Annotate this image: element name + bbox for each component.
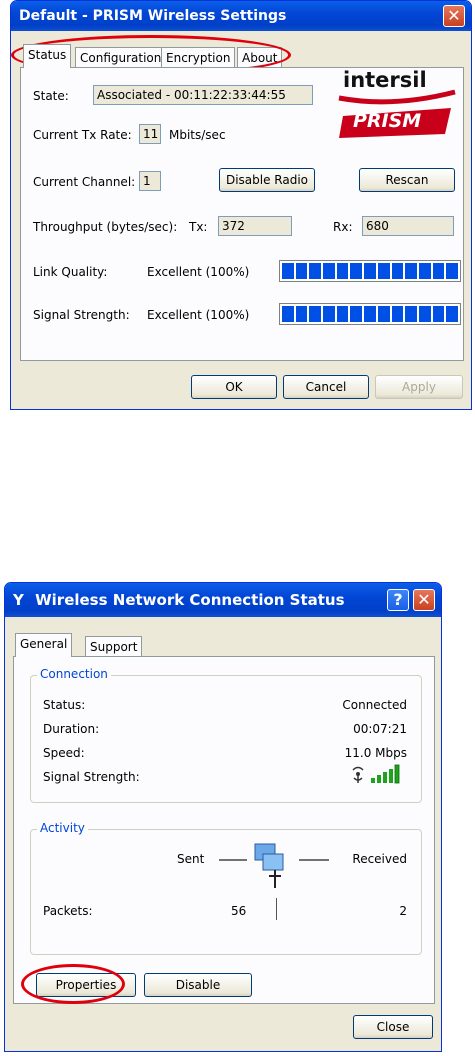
link-quality-value: Excellent (100%): [147, 265, 250, 279]
activity-group: Activity Sent Received Packets: 56 2: [30, 821, 422, 955]
close-icon[interactable]: ✕: [443, 5, 465, 27]
prism-status-panel: State: Associated - 00:11:22:33:44:55 in…: [20, 67, 464, 361]
channel-value: 1: [139, 171, 161, 191]
tx-rate-unit: Mbits/sec: [169, 128, 226, 142]
disable-button[interactable]: Disable: [144, 973, 252, 997]
speed-label: Speed:: [43, 746, 85, 760]
prism-settings-window: Default - PRISM Wireless Settings ✕ Stat…: [10, 0, 472, 410]
packets-received: 2: [399, 904, 407, 918]
tab-support[interactable]: Support: [85, 636, 143, 657]
speed-value: 11.0 Mbps: [344, 746, 407, 760]
tab-general[interactable]: General: [15, 633, 73, 657]
link-quality-bar: [279, 260, 461, 282]
signal-bars-icon: [351, 764, 407, 784]
close-icon[interactable]: ✕: [413, 589, 435, 611]
annotation-oval-properties: [21, 964, 125, 1004]
close-button[interactable]: Close: [353, 1015, 433, 1039]
prism-titlebar: Default - PRISM Wireless Settings ✕: [11, 1, 471, 31]
tx-rate-value: 11: [139, 124, 161, 144]
intersil-logo-text: intersil: [343, 68, 427, 92]
state-value: Associated - 00:11:22:33:44:55: [93, 85, 313, 105]
sent-label: Sent: [177, 852, 205, 866]
prism-logo-text: PRISM: [353, 110, 422, 132]
packets-sent: 56: [231, 904, 247, 918]
tx-label: Tx:: [189, 220, 208, 234]
packets-label: Packets:: [43, 904, 93, 918]
intersil-prism-logo: intersil PRISM: [333, 68, 461, 142]
network-activity-icon: [217, 840, 335, 892]
link-quality-label: Link Quality:: [33, 265, 108, 279]
status-label: Status:: [43, 698, 86, 712]
antenna-icon: Y: [13, 591, 24, 609]
activity-group-title: Activity: [37, 821, 88, 835]
duration-value: 00:07:21: [353, 722, 407, 736]
signal-label: Signal Strength:: [43, 770, 140, 784]
status-value: Connected: [342, 698, 407, 712]
state-label: State:: [33, 89, 69, 103]
connection-group-title: Connection: [37, 667, 111, 681]
wnc-general-panel: Connection Status: Connected Duration: 0…: [13, 656, 435, 1004]
channel-label: Current Channel:: [33, 175, 136, 189]
tab-status[interactable]: Status: [23, 44, 72, 68]
rx-value: 680: [362, 216, 454, 236]
rescan-button[interactable]: Rescan: [359, 168, 455, 192]
signal-strength-label: Signal Strength:: [33, 308, 130, 322]
disable-radio-button[interactable]: Disable Radio: [219, 168, 315, 192]
throughput-label: Throughput (bytes/sec):: [33, 220, 178, 234]
tx-rate-label: Current Tx Rate:: [33, 128, 132, 142]
wnc-titlebar: Y Wireless Network Connection Status ? ✕: [5, 583, 441, 617]
connection-group: Connection Status: Connected Duration: 0…: [30, 667, 422, 803]
cancel-button[interactable]: Cancel: [283, 375, 369, 399]
signal-strength-bar: [279, 303, 461, 325]
apply-button[interactable]: Apply: [375, 375, 463, 399]
duration-label: Duration:: [43, 722, 100, 736]
help-icon[interactable]: ?: [387, 589, 409, 611]
ok-button[interactable]: OK: [191, 375, 277, 399]
rx-label: Rx:: [333, 220, 353, 234]
prism-title: Default - PRISM Wireless Settings: [19, 8, 287, 24]
packets-divider: [276, 898, 277, 920]
received-label: Received: [352, 852, 407, 866]
signal-strength-value: Excellent (100%): [147, 308, 250, 322]
wnc-title: Wireless Network Connection Status: [35, 591, 345, 609]
tx-value: 372: [218, 216, 292, 236]
wnc-status-window: Y Wireless Network Connection Status ? ✕…: [4, 582, 442, 1052]
